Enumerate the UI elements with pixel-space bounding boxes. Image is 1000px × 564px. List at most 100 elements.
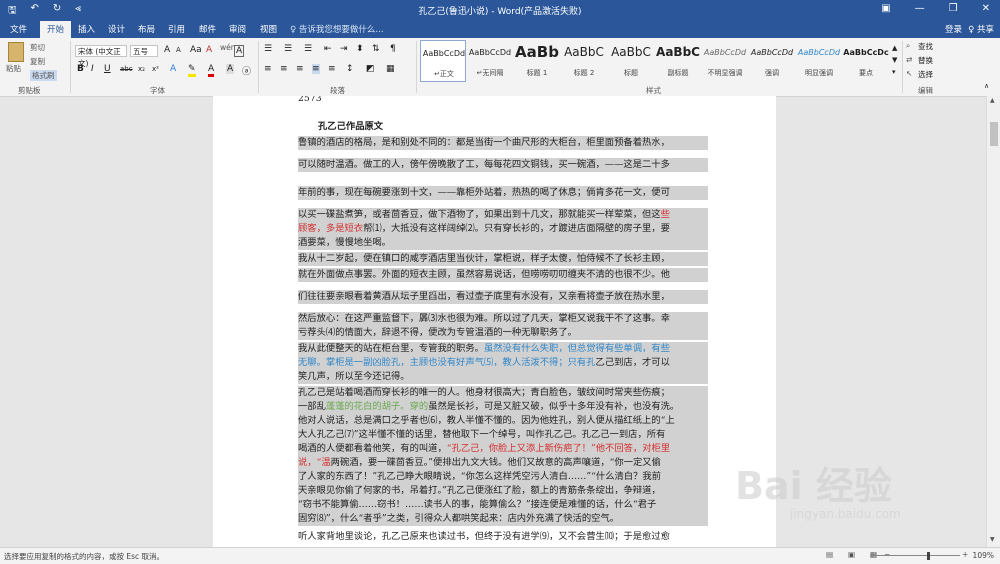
paste-button[interactable]: 粘贴 [6,63,21,74]
change-case-button[interactable]: Aa [190,45,202,55]
style-strong[interactable]: AaBbCcDc 要点 [843,40,889,82]
increase-indent-icon[interactable]: ⇥ [340,44,348,54]
minimize-icon[interactable]: — [915,3,925,14]
text-run: 我从十二岁起，便在镇口的咸亨酒店里当伙计，掌柜说，样子太傻，怕侍候不了长衫主顾， [298,253,670,264]
enclose-char-icon[interactable]: ⓐ [242,64,251,77]
ribbon-options-icon[interactable]: ▣ [881,3,890,14]
close-icon[interactable]: ✕ [982,3,990,14]
tab-insert[interactable]: 插入 [78,23,95,35]
tab-file[interactable]: 文件 [10,23,27,35]
tab-review[interactable]: 审阅 [229,23,246,35]
bullets-icon[interactable]: ☰ [264,44,272,54]
document-line: 笑几声，所以至今还记得。 [298,370,708,384]
align-right-icon[interactable]: ≡ [296,64,304,74]
style-sample: AaBb [515,43,559,61]
document-line: 了人家的东西了！”孔乙己睁大眼睛说，“你怎么这样凭空污人清白……”“什么清白？我… [298,470,708,484]
style-sample: AaBbCcDd [422,49,466,58]
document-line: 我从十二岁起，便在镇口的咸亨酒店里当伙计，掌柜说，样子太傻，怕侍候不了长衫主顾， [298,252,708,266]
document-line: 们往往要亲眼看着黄酒从坛子里舀出，看过壶子底里有水没有，又亲看将壶子放在热水里， [298,290,708,304]
clear-format-button[interactable]: A [206,45,212,55]
superscript-button[interactable]: x² [152,65,159,73]
highlight-icon[interactable]: ✎ [188,64,196,77]
vertical-scrollbar[interactable]: ▲ ▼ [986,96,1000,547]
select-button[interactable]: 选择 [918,69,933,80]
style-normal[interactable]: AaBbCcDd ↵正文 [420,40,466,82]
tab-mailings[interactable]: 邮件 [199,23,216,35]
tab-home[interactable]: 开始 [40,21,72,38]
styles-more-icon[interactable]: ▾ [892,68,896,76]
style-title[interactable]: AaBbC 标题 [608,40,654,82]
style-heading-1[interactable]: AaBb 标题 1 [514,40,560,82]
document-line: 就在外面做点事罢。外面的短衣主顾，虽然容易说话，但唠唠叨叨缠夹不清的也很不少。他 [298,268,708,282]
restore-icon[interactable]: ❐ [949,3,958,14]
show-marks-icon[interactable]: ¶ [390,44,396,54]
style-subtitle[interactable]: AaBbC 副标题 [655,40,701,82]
sort-icon[interactable]: ⇅ [372,44,380,54]
char-border-button[interactable]: A [234,45,245,57]
borders-icon[interactable]: ▦ [386,64,395,74]
login-link[interactable]: 登录 [945,23,962,35]
share-button[interactable]: ♀ 共享 [968,23,994,35]
zoom-slider-knob[interactable] [927,552,930,560]
title-bar: 🖫 ↶ ↻ ⪡ 孔乙己(鲁迅小说) - Word(产品激活失败) ▣ — ❐ ✕ [0,0,1000,20]
style-sample: AaBbCcDd [750,48,794,57]
strikethrough-button[interactable]: abc [120,65,133,73]
justify-icon[interactable]: ≡ [312,64,320,74]
tab-design[interactable]: 设计 [108,23,125,35]
replace-button[interactable]: 替换 [918,55,933,66]
chinese-layout-icon[interactable]: ⬍ [356,44,364,54]
read-mode-icon[interactable]: ▤ [826,550,833,559]
decrease-indent-icon[interactable]: ⇤ [324,44,332,54]
style-subtle-emphasis[interactable]: AaBbCcDd 不明显强调 [702,40,748,82]
text-run: 以买一碟盐煮笋，或者茴香豆，做下酒物了，如果出到十几文，那就能买一样荤菜，但这 [298,209,661,220]
tab-view[interactable]: 视图 [260,23,277,35]
scroll-down-icon[interactable]: ▼ [990,536,995,543]
format-painter-button[interactable]: 格式刷 [30,70,57,81]
multilevel-list-icon[interactable]: ☰ [304,44,312,54]
scrollbar-thumb[interactable] [990,122,998,146]
zoom-in-icon[interactable]: + [962,550,968,559]
distribute-icon[interactable]: ≡ [328,64,336,74]
underline-button[interactable]: U [104,64,111,74]
grow-font-button[interactable]: A [164,45,170,55]
shading-icon[interactable]: ◩ [366,64,375,74]
cut-button[interactable]: 剪切 [30,42,45,53]
style-sample: AaBbC [656,45,700,59]
document-line: 可以随时温酒。做工的人，傍午傍晚散了工，每每花四文铜钱，买一碗酒，——这是二十多 [298,158,708,172]
paste-icon[interactable] [8,42,24,62]
text-effects-icon[interactable]: A [170,64,176,74]
style-emphasis[interactable]: AaBbCcDd 强调 [749,40,795,82]
shrink-font-button[interactable]: A [176,46,181,54]
scroll-up-icon[interactable]: ▲ [990,97,995,104]
tab-references[interactable]: 引用 [168,23,185,35]
font-name-select[interactable]: 宋体 (中文正文) [75,45,127,68]
numbering-icon[interactable]: ☰ [284,44,292,54]
style-intense-emphasis[interactable]: AaBbCcDd 明显强调 [796,40,842,82]
styles-scroll-up-icon[interactable]: ▲ [892,44,897,52]
tell-me-search[interactable]: ♀ 告诉我您想要做什么... [290,23,384,35]
align-left-icon[interactable]: ≡ [264,64,272,74]
text-run: 喝酒的人便都看着他笑，有的叫道， [298,443,447,454]
copy-button[interactable]: 复制 [30,56,45,67]
print-layout-icon[interactable]: ▣ [848,550,855,559]
italic-button[interactable]: I [91,64,94,74]
paragraph-group-label: 段落 [330,86,345,95]
font-size-select[interactable]: 五号 [130,45,158,57]
style-heading-2[interactable]: AaBbC 标题 2 [561,40,607,82]
bold-button[interactable]: B [77,64,84,74]
styles-scroll-down-icon[interactable]: ▼ [892,56,897,64]
char-shading-icon[interactable]: A [226,64,235,74]
text-run: 天亲眼见你偷了何家的书，吊着打。”孔乙己便涨红了脸，额上的青筋条条绽出，争辩道， [298,485,661,496]
zoom-slider[interactable] [870,555,960,556]
collapse-ribbon-icon[interactable]: ∧ [984,82,989,90]
line-spacing-icon[interactable]: ↕ [346,64,354,74]
style-no-spacing[interactable]: AaBbCcDd ↵无间隔 [467,40,513,82]
text-run: 一部乱 [298,401,326,412]
font-color-button[interactable]: A [208,64,215,77]
tab-layout[interactable]: 布局 [138,23,155,35]
document-page[interactable]: 2573 孔乙己作品原文 鲁镇的酒店的格局，是和别处不同的：都是当街一个曲尺形的… [213,96,776,547]
zoom-level[interactable]: 109% [973,551,994,560]
subscript-button[interactable]: x₂ [138,65,145,73]
find-button[interactable]: 查找 [918,41,933,52]
align-center-icon[interactable]: ≡ [280,64,288,74]
